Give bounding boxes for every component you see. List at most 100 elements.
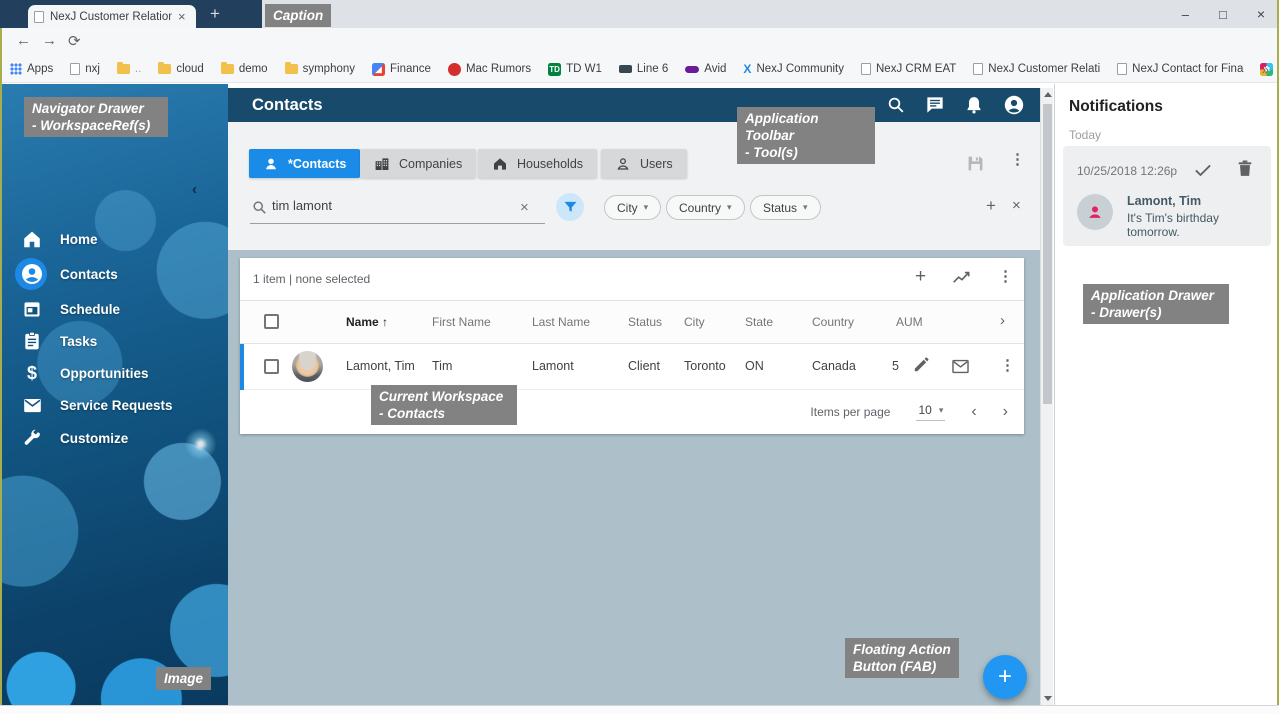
table-row[interactable]: Lamont, Tim Tim Lamont Client Toronto ON… [240, 344, 1024, 390]
window-maximize-button[interactable]: □ [1219, 7, 1227, 22]
column-header-status[interactable]: Status [628, 315, 662, 329]
finance-chart-icon: ◢ [372, 63, 385, 76]
account-icon[interactable] [1004, 95, 1024, 115]
filter-funnel-button[interactable] [556, 193, 584, 221]
page-icon [861, 63, 871, 75]
sidebar-item-tasks[interactable]: Tasks [0, 325, 228, 357]
items-per-page-label: Items per page [810, 405, 890, 419]
select-all-checkbox[interactable] [264, 314, 279, 329]
bookmark-demo[interactable]: demo [221, 63, 268, 75]
bookmark-folder[interactable]: .. [117, 63, 141, 75]
bookmark-cloud[interactable]: cloud [158, 63, 204, 75]
column-header-aum[interactable]: AUM [896, 315, 923, 329]
bookmark-apps[interactable]: Apps [10, 63, 53, 75]
bookmark-symphony[interactable]: symphony [285, 63, 355, 75]
row-checkbox[interactable] [264, 359, 279, 374]
bookmark-nxj[interactable]: nxj [70, 63, 100, 75]
filter-chip-city[interactable]: City▾ [604, 195, 661, 220]
tasks-icon [20, 329, 44, 353]
column-header-first-name[interactable]: First Name [432, 315, 491, 329]
sidebar-item-label: Home [60, 232, 98, 247]
sidebar-item-home[interactable]: Home [0, 223, 228, 255]
close-filters-icon[interactable]: × [1012, 197, 1021, 214]
new-tab-button[interactable]: + [210, 4, 220, 24]
cell-name[interactable]: Lamont, Tim [346, 359, 415, 373]
save-icon[interactable] [966, 154, 985, 173]
tab-close-icon[interactable]: × [178, 9, 186, 24]
page-icon [34, 11, 44, 23]
sidebar-item-service-requests[interactable]: Service Requests [0, 389, 228, 421]
items-per-page-select[interactable]: 10▾ [916, 403, 945, 421]
browser-tab[interactable]: NexJ Customer Relationship Man × [28, 5, 196, 28]
column-header-state[interactable]: State [745, 315, 773, 329]
screen: NexJ Customer Relationship Man × + – □ ×… [0, 0, 1279, 714]
tab-label: *Contacts [288, 157, 346, 171]
toolbar-kebab-icon[interactable]: ⋮ [1010, 152, 1025, 167]
bookmark-avid[interactable]: Avid [685, 63, 726, 75]
sidebar-item-contacts[interactable]: Contacts [0, 258, 228, 290]
navigator-drawer: ‹ Home Contacts Schedule Tasks $ Opportu… [0, 84, 228, 705]
columns-chevron-icon[interactable]: › [1000, 312, 1005, 329]
search-icon[interactable] [887, 96, 905, 114]
application-header: Contacts [228, 88, 1040, 122]
add-filter-icon[interactable]: + [986, 196, 996, 216]
edit-pencil-icon[interactable] [912, 355, 931, 374]
chat-icon[interactable] [926, 96, 944, 114]
scroll-down-icon[interactable] [1044, 696, 1052, 701]
tab-label: Users [640, 157, 673, 171]
bookmark-nexj-community[interactable]: XNexJ Community [743, 62, 844, 76]
tab-companies[interactable]: Companies [360, 149, 476, 178]
sidebar-item-customize[interactable]: Customize [0, 422, 228, 454]
notification-contact-name[interactable]: Lamont, Tim [1127, 194, 1201, 208]
tab-users[interactable]: Users [601, 149, 687, 178]
bookmark-nexj-customer[interactable]: NexJ Customer Relati [973, 63, 1100, 75]
tab-contacts[interactable]: *Contacts [249, 149, 360, 178]
annotation-caption: Caption [265, 4, 331, 27]
sidebar-item-schedule[interactable]: Schedule [0, 293, 228, 325]
filter-chip-status[interactable]: Status▾ [750, 195, 821, 220]
notifications-bell-icon[interactable] [965, 96, 983, 114]
column-header-city[interactable]: City [684, 315, 705, 329]
sidebar-item-opportunities[interactable]: $ Opportunities [0, 357, 228, 389]
bookmark-line6[interactable]: Line 6 [619, 63, 668, 75]
floating-action-button[interactable]: + [983, 655, 1027, 699]
window-close-button[interactable]: × [1257, 6, 1265, 22]
add-record-icon[interactable]: + [915, 266, 926, 288]
prev-page-icon[interactable]: ‹ [971, 403, 976, 421]
bookmark-nexj-contact[interactable]: NexJ Contact for Fina [1117, 63, 1243, 75]
scroll-up-icon[interactable] [1044, 92, 1052, 97]
reload-icon[interactable]: ⟳ [68, 32, 81, 50]
notification-card[interactable]: 10/25/2018 12:26p Lamont, Tim It's Tim's… [1063, 146, 1271, 246]
td-icon: TD [548, 63, 561, 76]
notification-message: It's Tim's birthday tomorrow. [1127, 211, 1271, 239]
table-kebab-icon[interactable]: ⋮ [998, 269, 1013, 284]
search-input[interactable] [272, 198, 512, 213]
caret-down-icon: ▾ [939, 405, 944, 416]
window-minimize-button[interactable]: – [1182, 7, 1189, 22]
scrollbar-thumb[interactable] [1043, 104, 1052, 404]
filter-chip-country[interactable]: Country▾ [666, 195, 745, 220]
back-icon[interactable]: ← [16, 32, 31, 49]
bookmark-nexj-crm-eat[interactable]: NexJ CRM EAT [861, 63, 956, 75]
column-header-name[interactable]: Name ↑ [346, 315, 388, 329]
trending-chart-icon[interactable] [952, 268, 972, 288]
column-header-country[interactable]: Country [812, 315, 854, 329]
drawer-collapse-icon[interactable]: ‹ [192, 181, 197, 198]
next-page-icon[interactable]: › [1003, 403, 1008, 421]
mark-done-check-icon[interactable] [1193, 160, 1213, 180]
bookmark-finance[interactable]: ◢Finance [372, 63, 431, 76]
delete-trash-icon[interactable] [1235, 158, 1255, 178]
row-kebab-icon[interactable]: ⋮ [1000, 358, 1015, 373]
tab-households[interactable]: Households [478, 149, 597, 178]
bookmark-tdw1[interactable]: TDTD W1 [548, 63, 602, 76]
bookmark-macrumors[interactable]: Mac Rumors [448, 63, 531, 76]
forward-icon[interactable]: → [42, 32, 57, 49]
email-envelope-icon[interactable] [951, 357, 970, 376]
vertical-scrollbar[interactable] [1040, 88, 1053, 705]
sidebar-item-label: Opportunities [60, 366, 149, 381]
caret-down-icon: ▾ [727, 202, 732, 213]
bookmarks-overflow-icon[interactable]: » [1262, 62, 1269, 77]
column-header-last-name[interactable]: Last Name [532, 315, 590, 329]
application-drawer: Notifications Today 10/25/2018 12:26p La… [1054, 84, 1279, 705]
clear-search-icon[interactable]: × [520, 199, 529, 216]
